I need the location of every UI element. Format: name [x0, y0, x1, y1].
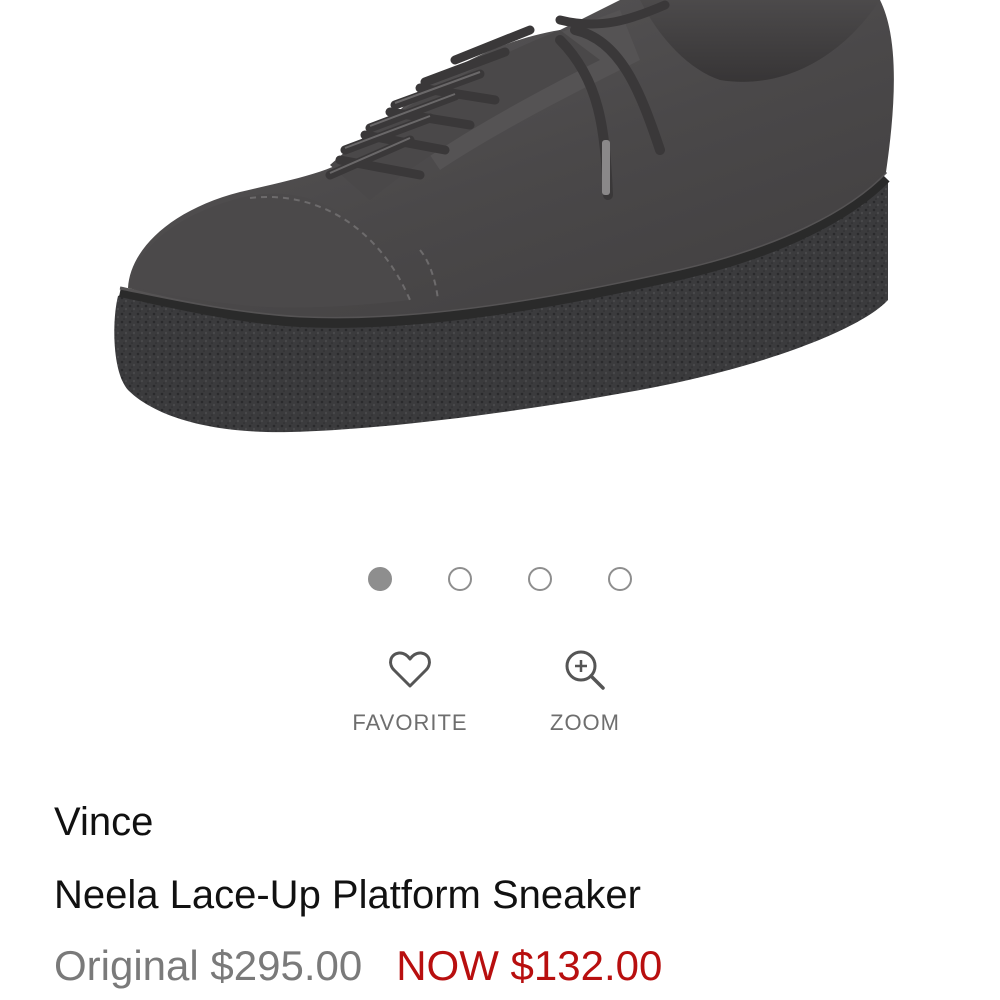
carousel-dot-3[interactable]	[528, 567, 552, 591]
carousel-dot-2[interactable]	[448, 567, 472, 591]
original-price: Original $295.00	[54, 942, 363, 989]
heart-icon	[389, 651, 431, 688]
favorite-label: FAVORITE	[352, 710, 468, 735]
price-row: Original $295.00 NOW $132.00	[54, 942, 662, 990]
zoom-label: ZOOM	[550, 710, 620, 735]
zoom-in-icon	[565, 650, 605, 690]
carousel-dot-4[interactable]	[608, 567, 632, 591]
product-image[interactable]	[0, 0, 1000, 540]
sneaker-illustration	[114, 0, 1000, 433]
favorite-button[interactable]: FAVORITE	[340, 646, 480, 736]
product-page: FAVORITE ZOOM Vince Neela Lace-Up Platfo…	[0, 0, 1000, 1000]
zoom-button[interactable]: ZOOM	[520, 646, 650, 736]
product-brand[interactable]: Vince	[54, 800, 153, 845]
image-carousel-pager	[366, 567, 634, 595]
carousel-dot-1[interactable]	[368, 567, 392, 591]
sale-price: NOW $132.00	[396, 942, 663, 989]
product-title: Neela Lace-Up Platform Sneaker	[54, 873, 641, 917]
